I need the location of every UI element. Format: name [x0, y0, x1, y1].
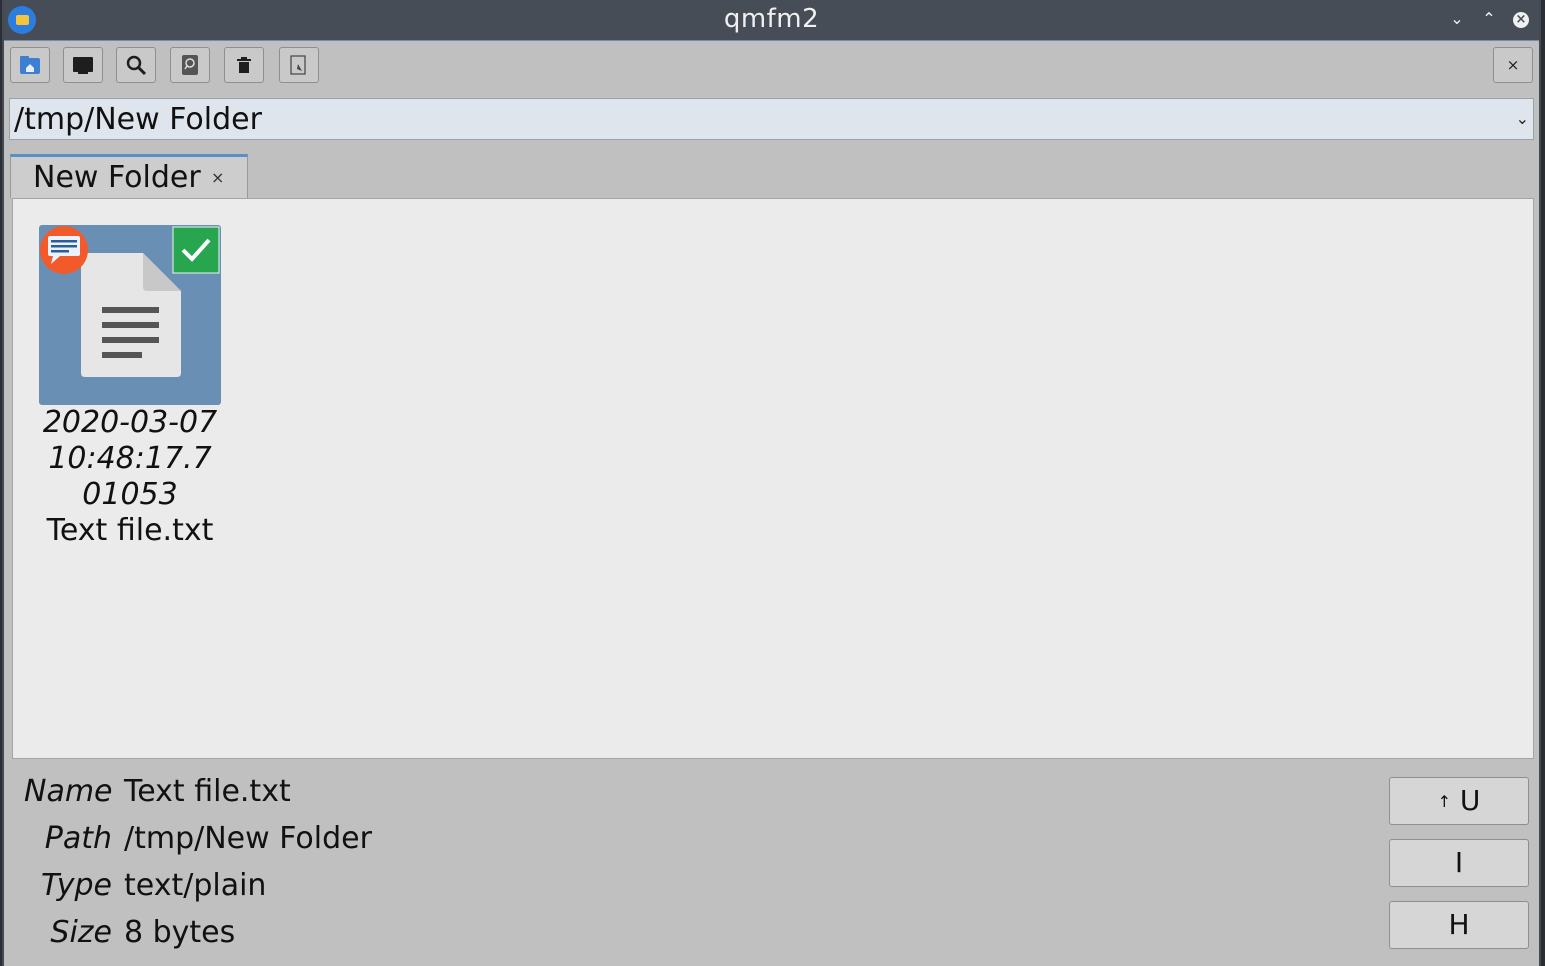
home-folder-button[interactable] [10, 47, 50, 83]
terminal-button[interactable] [63, 47, 103, 83]
app-window: qmfm2 ⌄ ⌃ × × /tmp/New Folder ⌄ New Fold… [2, 0, 1541, 966]
rename-button[interactable] [279, 47, 319, 83]
comment-badge-icon [40, 226, 88, 274]
file-icon-tile [39, 225, 221, 405]
search-icon [125, 54, 147, 76]
info-button[interactable]: I [1389, 839, 1529, 887]
info-key-size: Size [50, 915, 112, 950]
close-window-button[interactable]: × [1513, 12, 1529, 28]
path-combobox[interactable]: /tmp/New Folder ⌄ [9, 98, 1534, 140]
title-bar[interactable]: qmfm2 ⌄ ⌃ × [4, 0, 1539, 41]
rename-icon [289, 54, 309, 76]
chevron-down-icon[interactable]: ⌄ [1516, 109, 1529, 128]
info-value-path: /tmp/New Folder [124, 821, 372, 856]
tab-close-icon[interactable]: × [211, 168, 224, 187]
info-panel: Name Text file.txt Path/tmp/New Folder Ty… [4, 760, 1539, 966]
info-key-type: Type [41, 868, 112, 903]
checkmark-icon[interactable] [172, 226, 220, 274]
search-button[interactable] [116, 47, 156, 83]
info-value-size: 8 bytes [124, 915, 236, 950]
info-row-name: Name Text file.txt [24, 774, 291, 809]
info-key-path: Path [44, 821, 112, 856]
trash-icon [236, 56, 252, 74]
close-pane-button[interactable]: × [1493, 47, 1533, 83]
file-time: 10:48:17.7 [48, 441, 212, 476]
up-button-label: U [1459, 784, 1481, 817]
tab-new-folder[interactable]: New Folder × [10, 154, 248, 198]
file-item[interactable]: 2020-03-07 10:48:17.7 01053 Text file.tx… [39, 225, 221, 549]
file-time-fraction: 01053 [82, 477, 178, 512]
maximize-button[interactable]: ⌃ [1478, 8, 1500, 30]
info-key-name: Name [24, 774, 113, 809]
minimize-button[interactable]: ⌄ [1446, 8, 1468, 30]
trash-button[interactable] [224, 47, 264, 83]
hidden-files-button[interactable]: H [1389, 901, 1529, 949]
home-folder-icon [19, 55, 41, 75]
window-title: qmfm2 [723, 4, 820, 34]
info-value-type: text/plain [124, 868, 267, 903]
find-button[interactable] [170, 47, 210, 83]
file-caption: 2020-03-07 10:48:17.7 01053 Text file.tx… [39, 405, 221, 549]
info-row-path: Path/tmp/New Folder [24, 821, 372, 856]
info-value-name: Text file.txt [124, 774, 291, 809]
tab-label: New Folder [33, 160, 201, 195]
file-date: 2020-03-07 [42, 405, 218, 440]
arrow-up-icon: ↑ [1437, 792, 1451, 811]
info-row-type: Type text/plain [24, 868, 266, 903]
info-row-size: Size 8 bytes [24, 915, 235, 950]
terminal-icon [72, 55, 94, 75]
file-view[interactable]: 2020-03-07 10:48:17.7 01053 Text file.tx… [12, 198, 1534, 759]
up-button[interactable]: ↑ U [1389, 777, 1529, 825]
file-name: Text file.txt [46, 513, 214, 548]
find-icon [180, 54, 200, 76]
toolbar: × [4, 41, 1539, 91]
path-value: /tmp/New Folder [14, 102, 262, 137]
